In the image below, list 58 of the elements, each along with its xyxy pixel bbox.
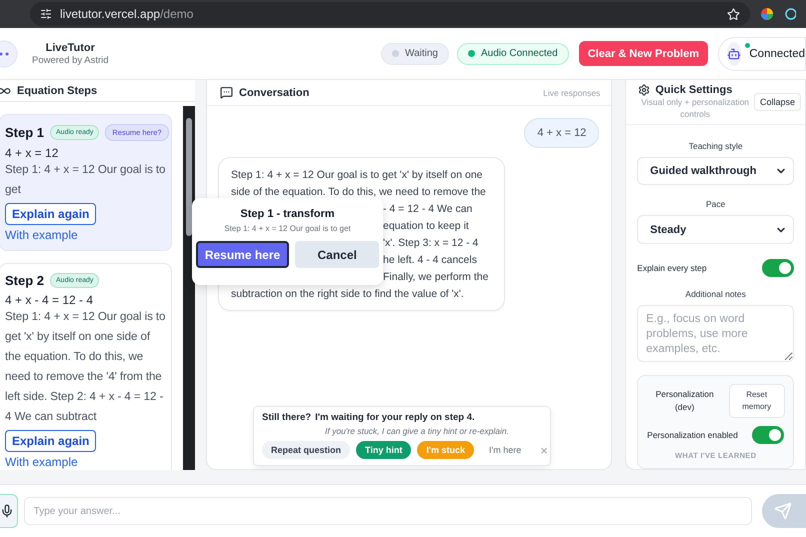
site-info-icon[interactable] [40,8,52,20]
personalization-title: Personalization (dev) [654,388,715,414]
step-title: Step 1 [5,125,44,140]
field-label: Teaching style [688,141,743,151]
connection-button[interactable]: Connected [718,36,806,70]
panel-title: Quick Settings [655,84,732,96]
idle-prompt-hint: If you're stuck, I can give a tiny hint or re-explain. [324,426,510,436]
toggle-switch[interactable] [762,258,794,277]
toggle-switch[interactable] [752,426,784,444]
field-label: Additional notes [685,288,746,299]
with-example-link[interactable]: With example [5,228,78,242]
user-message: 4 + x = 12 [524,118,600,148]
step-title: Step 2 [5,273,44,288]
chat-icon [220,86,233,99]
panel-title: Equation Steps [17,84,98,96]
popover-title: Step 1 - transform [240,208,335,220]
toggle-label: Personalization enabled [647,430,738,440]
notes-field[interactable]: E.g., focus on word problems, use more examples, etc. [637,304,794,362]
status-pill: Waiting [381,42,449,64]
extension-icon[interactable] [784,7,796,21]
app-subtitle: Powered by Astrid [32,54,109,66]
with-example-link[interactable]: With example [5,455,78,469]
quick-reply-button[interactable]: I'm here [480,441,530,459]
idle-prompt-message: Still there? I'm waiting for your reply on step 4. [262,412,476,423]
toggle-label: Explain every step [637,262,707,273]
step-explanation: Step 1: 4 + x = 12 Our goal is to get [5,162,166,198]
extension-icon[interactable] [760,7,774,21]
step-card[interactable] [0,263,172,470]
quick-reply-button[interactable]: Tiny hint [356,441,412,459]
pace-select[interactable]: Steady [637,215,794,244]
explain-again-button[interactable]: Explain again [5,430,96,452]
app-title: LiveTutor [46,42,95,54]
answer-field[interactable]: Type your answer... [24,497,752,525]
panel-title: Conversation [239,86,310,98]
collapse-button[interactable]: Collapse [754,93,801,111]
scrollbar[interactable] [183,106,195,470]
reset-memory-button[interactable]: Reset memory [728,384,785,418]
microphone-icon [0,504,14,518]
url-text: livetutor.vercel.app/demo [60,7,194,21]
settings-subtitle: Visual only + personalization controls [640,96,750,120]
bookmark-star-icon[interactable] [727,8,740,20]
clear-problem-button[interactable]: Clear & New Problem [578,41,708,66]
step-equation: 4 + x = 12 [5,146,58,160]
cancel-button[interactable]: Cancel [295,241,380,268]
status-pill: Audio Connected [457,42,569,64]
step-equation: 4 + x - 4 = 12 - 4 [5,293,94,307]
teaching-style-select[interactable]: Guided walkthrough [637,157,794,186]
settings-icon [638,84,650,96]
field-label: Pace [706,199,726,210]
explain-again-button[interactable]: Explain again [5,203,96,225]
step-explanation: Step 1: 4 + x = 12 Our goal is to get 'x' by itself on one side of the equation. To do this, we need to remove the '4' from the left side. Step 2: 4 + x - 4 = 12 - 4 We can subtract [5,309,166,425]
bot-icon [727,42,742,66]
quick-reply-button[interactable]: Repeat question [262,441,350,459]
popover-preview: Step 1: 4 + x = 12 Our goal is to get [224,224,351,233]
resume-here-button[interactable]: Resume here [196,241,290,268]
address-bar[interactable]: livetutor.vercel.app/demo [30,2,750,26]
live-responses-hint: Live responses [543,88,600,98]
send-icon [774,502,792,520]
